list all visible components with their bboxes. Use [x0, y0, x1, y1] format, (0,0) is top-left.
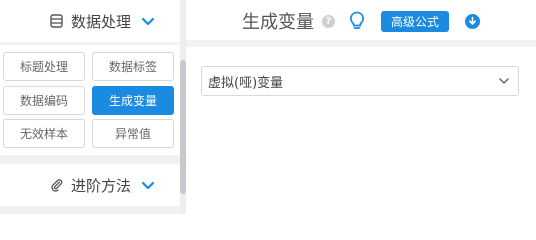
variable-type-select[interactable]: 虚拟(哑)变量: [201, 66, 519, 96]
data-encoding-button[interactable]: 数据编码: [3, 86, 85, 115]
data-processing-header[interactable]: 数据处理: [0, 0, 180, 42]
variable-type-value: 虚拟(哑)变量: [208, 75, 284, 91]
advanced-formula-button[interactable]: 高级公式: [381, 11, 449, 32]
question-circle-icon[interactable]: ?: [322, 15, 335, 28]
lightbulb-icon[interactable]: [349, 11, 365, 31]
generate-variable-button[interactable]: 生成变量: [92, 86, 174, 115]
left-panel: 数据处理 标题处理 数据标签 数据编码 生成变量 无效样本 异常值 进阶方法: [0, 0, 186, 214]
database-icon: [49, 13, 65, 29]
data-processing-title: 数据处理: [70, 12, 131, 31]
data-label-button[interactable]: 数据标签: [92, 52, 174, 81]
operation-buttons: 标题处理 数据标签 数据编码 生成变量 无效样本 异常值: [0, 45, 180, 155]
advanced-methods-title: 进阶方法: [70, 176, 131, 195]
main-header: 生成变量 ? 高级公式: [186, 0, 536, 40]
method-sidebar: 数据处理 标题处理 数据标签 数据编码 生成变量 无效样本 异常值 进阶方法: [0, 0, 180, 214]
invalid-sample-button[interactable]: 无效样本: [3, 119, 85, 148]
paperclip-icon: [49, 177, 65, 193]
chevron-down-icon[interactable]: [140, 14, 156, 30]
advanced-methods-header[interactable]: 进阶方法: [0, 164, 180, 206]
title-processing-button[interactable]: 标题处理: [3, 52, 85, 81]
variable-config-card: 虚拟(哑)变量: [186, 47, 536, 214]
page-title: 生成变量: [242, 12, 314, 33]
main-panel: 生成变量 ? 高级公式 虚拟(哑)变量: [186, 0, 536, 214]
outlier-button[interactable]: 异常值: [92, 119, 174, 148]
download-circle-icon[interactable]: [465, 14, 480, 29]
chevron-down-icon[interactable]: [140, 178, 156, 194]
chevron-down-icon: [498, 75, 510, 87]
